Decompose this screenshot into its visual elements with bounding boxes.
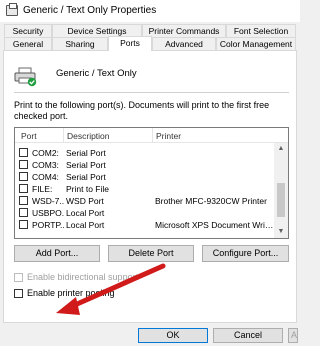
port-description: Local Port	[66, 220, 105, 230]
port-row[interactable]: COM2: Serial Port	[15, 147, 275, 159]
tab-advanced[interactable]: Advanced	[152, 37, 216, 50]
port-name: WSD-7...	[32, 196, 64, 206]
port-description: WSD Port	[66, 196, 104, 206]
port-row[interactable]: COM3: Serial Port	[15, 159, 275, 171]
port-list-scrollbar[interactable]: ▲ ▼	[274, 143, 288, 238]
tab-color-management[interactable]: Color Management	[216, 37, 296, 50]
delete-port-button[interactable]: Delete Port	[108, 245, 194, 262]
tab-ports[interactable]: Ports	[108, 36, 152, 51]
bidirectional-checkbox[interactable]	[14, 273, 23, 282]
port-description: Serial Port	[66, 148, 106, 158]
port-printer: Brother MFC-9320CW Printer	[155, 196, 267, 206]
port-list-header: Port Description Printer	[15, 128, 288, 143]
tab-security[interactable]: Security	[4, 24, 52, 37]
port-name: USBPO...	[32, 208, 64, 218]
port-name: COM3:	[32, 160, 59, 170]
cancel-button[interactable]: Cancel	[213, 328, 283, 343]
port-checkbox[interactable]	[19, 172, 28, 181]
column-description[interactable]: Description	[67, 131, 110, 141]
configure-port-button[interactable]: Configure Port...	[202, 245, 289, 262]
add-port-button[interactable]: Add Port...	[14, 245, 100, 262]
column-divider[interactable]	[63, 128, 64, 142]
port-checkbox[interactable]	[19, 220, 28, 229]
port-row[interactable]: COM4: Serial Port	[15, 171, 275, 183]
column-printer[interactable]: Printer	[156, 131, 181, 141]
port-list[interactable]: Port Description Printer COM2: Serial Po…	[14, 127, 289, 239]
port-description: Print to File	[66, 184, 109, 194]
port-name: PORTP...	[32, 220, 64, 230]
scroll-up-arrow-icon[interactable]: ▲	[274, 143, 288, 155]
printer-name: Generic / Text Only	[56, 68, 137, 79]
port-row[interactable]: PORTP... Local Port Microsoft XPS Docume…	[15, 219, 275, 231]
printer-app-icon	[6, 3, 18, 16]
port-instructions: Print to the following port(s). Document…	[14, 100, 270, 121]
title-bar: Generic / Text Only Properties	[0, 0, 300, 22]
column-divider[interactable]	[152, 128, 153, 142]
port-checkbox[interactable]	[19, 148, 28, 157]
port-row[interactable]: WSD-7... WSD Port Brother MFC-9320CW Pri…	[15, 195, 275, 207]
printer-pooling-label: Enable printer pooling	[27, 288, 115, 298]
tab-sharing[interactable]: Sharing	[52, 37, 108, 50]
column-port[interactable]: Port	[21, 131, 37, 141]
bidirectional-label: Enable bidirectional support	[27, 272, 139, 282]
port-description: Serial Port	[66, 160, 106, 170]
window-title: Generic / Text Only Properties	[23, 5, 157, 16]
port-name: COM4:	[32, 172, 59, 182]
port-name: COM2:	[32, 148, 59, 158]
port-name: FILE:	[32, 184, 53, 194]
port-row[interactable]: FILE: Print to File	[15, 183, 275, 195]
port-checkbox[interactable]	[19, 196, 28, 205]
ok-button[interactable]: OK	[138, 328, 208, 343]
tab-font-selection[interactable]: Font Selection	[226, 24, 296, 37]
port-checkbox[interactable]	[19, 208, 28, 217]
separator	[14, 92, 289, 93]
tab-printer-commands[interactable]: Printer Commands	[142, 24, 226, 37]
port-checkbox[interactable]	[19, 160, 28, 169]
port-row[interactable]: USBPO... Local Port	[15, 207, 275, 219]
port-printer: Microsoft XPS Document Write...	[155, 220, 275, 230]
port-description: Local Port	[66, 208, 105, 218]
apply-button[interactable]: Apply	[288, 328, 298, 343]
printer-pooling-checkbox[interactable]	[14, 289, 23, 298]
printer-icon	[14, 67, 37, 87]
tabs-row-2: General Sharing Ports Advanced Color Man…	[0, 36, 300, 51]
port-checkbox[interactable]	[19, 184, 28, 193]
scroll-thumb[interactable]	[277, 183, 285, 217]
tab-general[interactable]: General	[4, 37, 52, 50]
scroll-down-arrow-icon[interactable]: ▼	[274, 226, 288, 238]
port-description: Serial Port	[66, 172, 106, 182]
